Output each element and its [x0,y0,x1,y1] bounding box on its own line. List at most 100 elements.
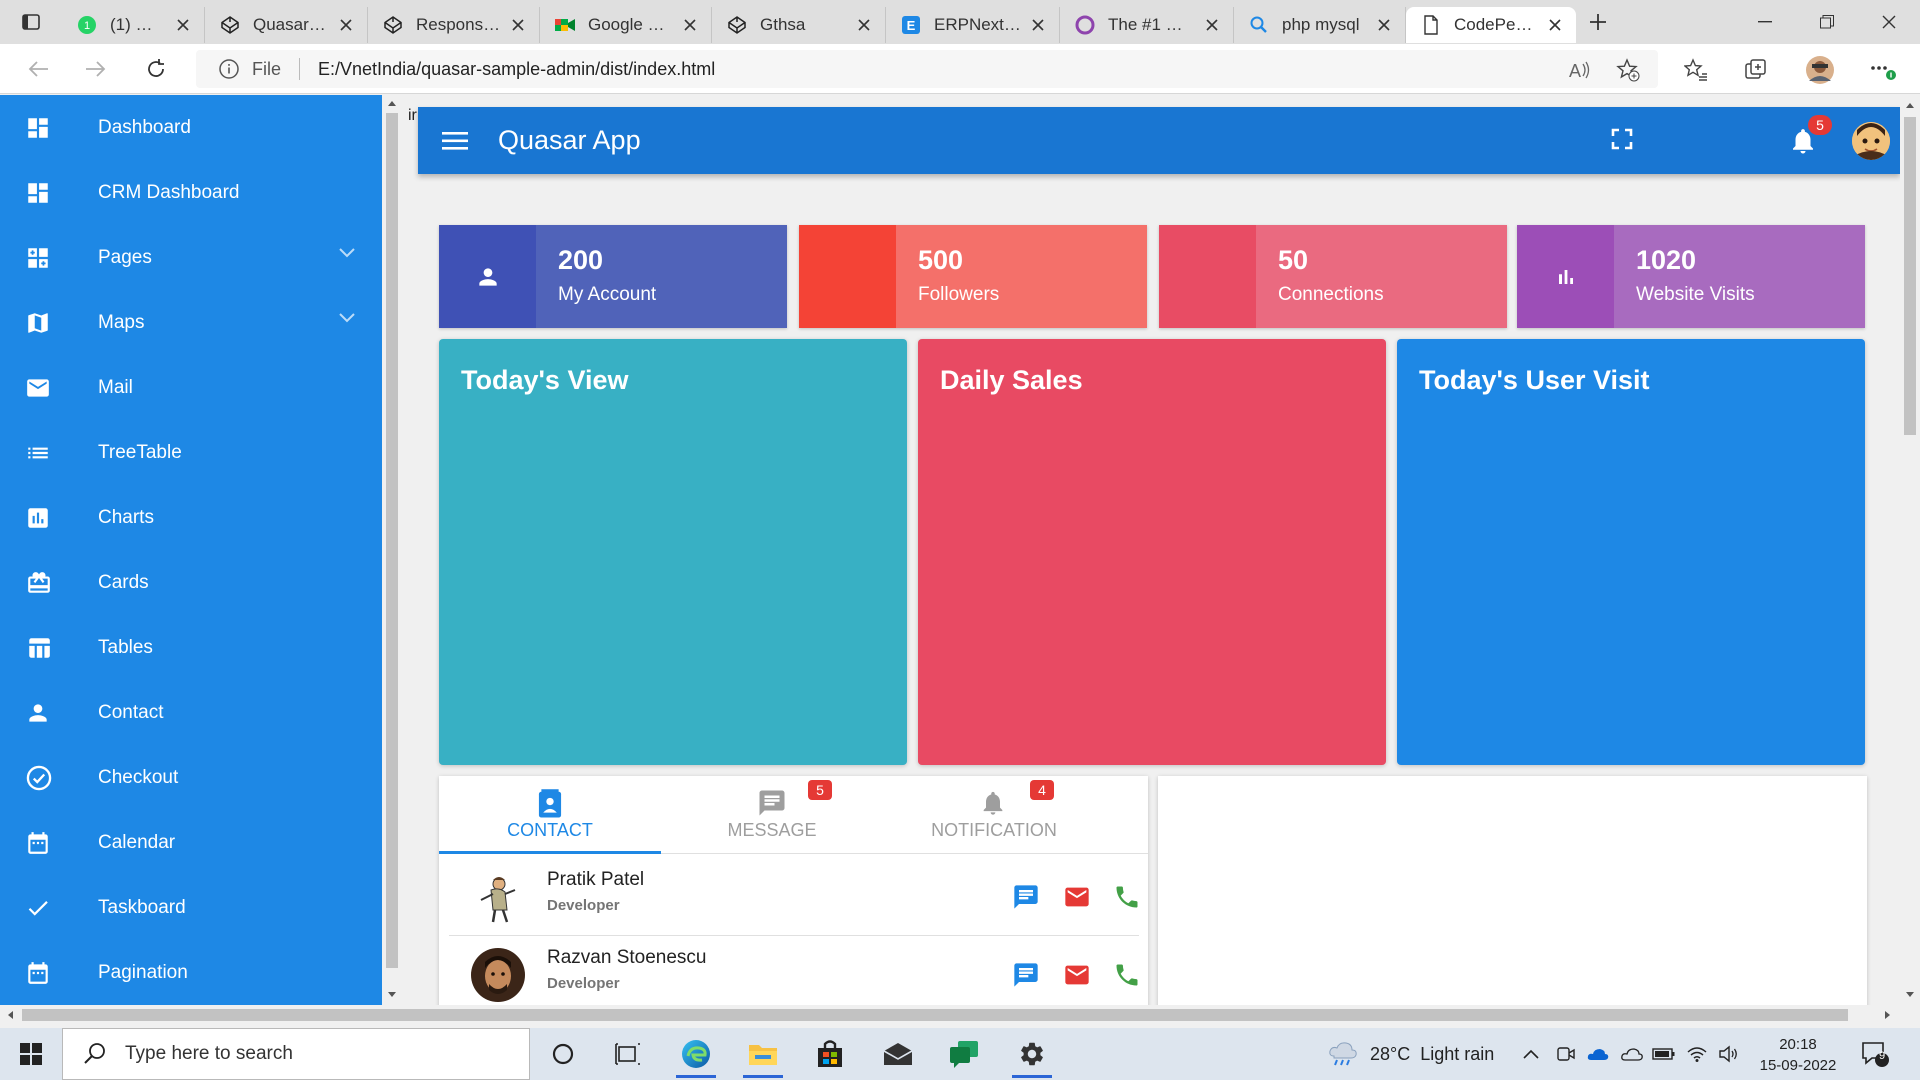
wifi-icon[interactable] [1686,1028,1708,1080]
favorites-icon[interactable] [1680,54,1712,86]
new-tab-button[interactable] [1576,0,1620,44]
sidebar-item-tables[interactable]: Tables [0,615,382,680]
system-clock[interactable]: 20:18 15-09-2022 [1755,1034,1841,1076]
sidebar-item-dashboard[interactable]: Dashboard [0,95,382,160]
scrollbar-thumb[interactable] [386,113,398,968]
sidebar-item-pagination[interactable]: Pagination [0,940,382,1005]
windows-start-icon[interactable] [0,1028,62,1080]
user-avatar[interactable] [1852,122,1890,160]
favorite-add-icon[interactable] [1612,54,1644,86]
chat-icon[interactable] [1011,883,1041,911]
tab-contact[interactable]: CONTACT [439,776,661,854]
settings-gear-icon[interactable] [1004,1028,1060,1080]
battery-icon[interactable] [1652,1028,1676,1080]
store-icon[interactable] [802,1028,858,1080]
chat-app-icon[interactable] [936,1028,992,1080]
browser-tab-whatsapp[interactable]: 1 (1) WhatsApp [62,7,205,43]
scroll-up-icon[interactable] [387,99,397,107]
browser-tab-php-mysql[interactable]: php mysql [1234,7,1406,43]
scroll-up-icon[interactable] [1905,101,1915,109]
stat-card-connections[interactable]: 50 Connections [1159,225,1507,328]
reload-icon[interactable] [138,52,174,86]
stat-card-my-account[interactable]: 200 My Account [439,225,787,328]
contact-row[interactable]: Pratik Patel Developer [449,859,1139,936]
scroll-down-icon[interactable] [387,991,397,999]
page-scrollbar[interactable] [1900,95,1920,1005]
close-icon[interactable] [853,14,875,36]
stat-card-website-visits[interactable]: 1020 Website Visits [1517,225,1865,328]
edge-browser-icon[interactable] [668,1028,724,1080]
scroll-right-icon[interactable] [1884,1010,1892,1020]
show-hidden-icons[interactable] [1522,1028,1540,1080]
minimize-icon[interactable] [1734,0,1796,44]
email-icon[interactable] [1062,961,1092,989]
tab-actions-icon[interactable] [0,0,62,44]
onedrive-personal-icon[interactable] [1620,1028,1644,1080]
tab-message[interactable]: MESSAGE 5 [661,776,883,854]
sidebar-scrollbar[interactable] [382,95,402,1005]
browser-tab-quasar-sample[interactable]: Quasar-Sample [205,7,368,43]
fullscreen-icon[interactable] [1610,127,1634,151]
info-icon[interactable] [218,58,242,80]
close-icon[interactable] [1373,14,1395,36]
browser-tab-codepen[interactable]: CodePen - ( [1406,7,1576,43]
sidebar-item-mail[interactable]: Mail [0,355,382,420]
browser-tab-erpnext[interactable]: E ERPNext: Free [886,7,1060,43]
url-field[interactable]: File E:/VnetIndia/quasar-sample-admin/di… [196,50,1658,88]
task-view-icon[interactable] [600,1028,656,1080]
browser-tab-google-meet[interactable]: Google Meet [540,7,712,43]
volume-icon[interactable] [1718,1028,1740,1080]
onedrive-icon[interactable] [1586,1028,1610,1080]
profile-avatar-icon[interactable] [1804,54,1836,86]
file-explorer-icon[interactable] [735,1028,791,1080]
more-options-icon[interactable] [1866,54,1898,86]
browser-tab-open-source[interactable]: The #1 Open [1060,7,1234,43]
sidebar-item-pages[interactable]: Pages [0,225,382,290]
mail-app-icon[interactable] [870,1028,926,1080]
scroll-down-icon[interactable] [1905,991,1915,999]
sidebar-item-treetable[interactable]: TreeTable [0,420,382,485]
sidebar-item-maps[interactable]: Maps [0,290,382,355]
read-aloud-icon[interactable]: A [1564,54,1596,86]
close-icon[interactable] [507,14,529,36]
phone-icon[interactable] [1113,961,1141,989]
restore-icon[interactable] [1796,0,1858,44]
email-icon[interactable] [1062,883,1092,911]
browser-tab-gthsa[interactable]: Gthsa [712,7,886,43]
sidebar-item-checkout[interactable]: Checkout [0,745,382,810]
taskbar-search-input[interactable]: Type here to search [62,1028,530,1080]
sidebar-item-crm-dashboard[interactable]: CRM Dashboard [0,160,382,225]
contact-row[interactable]: Razvan Stoenescu Developer [449,937,1139,1005]
close-icon[interactable] [679,14,701,36]
weather-widget[interactable]: 28°C Light rain [1326,1028,1494,1080]
chevron-down-icon[interactable] [338,312,356,324]
stat-card-followers[interactable]: 500 Followers [799,225,1147,328]
sidebar-item-calendar[interactable]: Calendar [0,810,382,875]
collections-icon[interactable] [1740,54,1772,86]
chat-icon[interactable] [1011,961,1041,989]
horizontal-scrollbar[interactable] [0,1005,1920,1025]
chevron-down-icon[interactable] [338,247,356,259]
close-icon[interactable] [172,14,194,36]
scroll-left-icon[interactable] [6,1010,14,1020]
close-icon[interactable] [335,14,357,36]
tab-notification[interactable]: NOTIFICATION 4 [883,776,1105,854]
browser-tab-responsive[interactable]: Responsive [368,7,540,43]
meet-now-icon[interactable] [1556,1028,1576,1080]
scrollbar-thumb[interactable] [1904,117,1916,435]
notification-center-icon[interactable]: 9 [1860,1028,1890,1080]
close-icon[interactable] [1544,14,1566,36]
back-icon[interactable] [20,52,56,86]
sidebar-item-taskboard[interactable]: Taskboard [0,875,382,940]
forward-icon[interactable] [78,52,114,86]
phone-icon[interactable] [1113,883,1141,911]
cortana-icon[interactable] [535,1028,591,1080]
close-icon[interactable] [1027,14,1049,36]
sidebar-item-charts[interactable]: Charts [0,485,382,550]
menu-icon[interactable] [442,130,474,152]
scrollbar-thumb[interactable] [22,1009,1848,1021]
sidebar-item-contact[interactable]: Contact [0,680,382,745]
close-icon[interactable] [1201,14,1223,36]
sidebar-item-cards[interactable]: Cards [0,550,382,615]
close-window-icon[interactable] [1858,0,1920,44]
